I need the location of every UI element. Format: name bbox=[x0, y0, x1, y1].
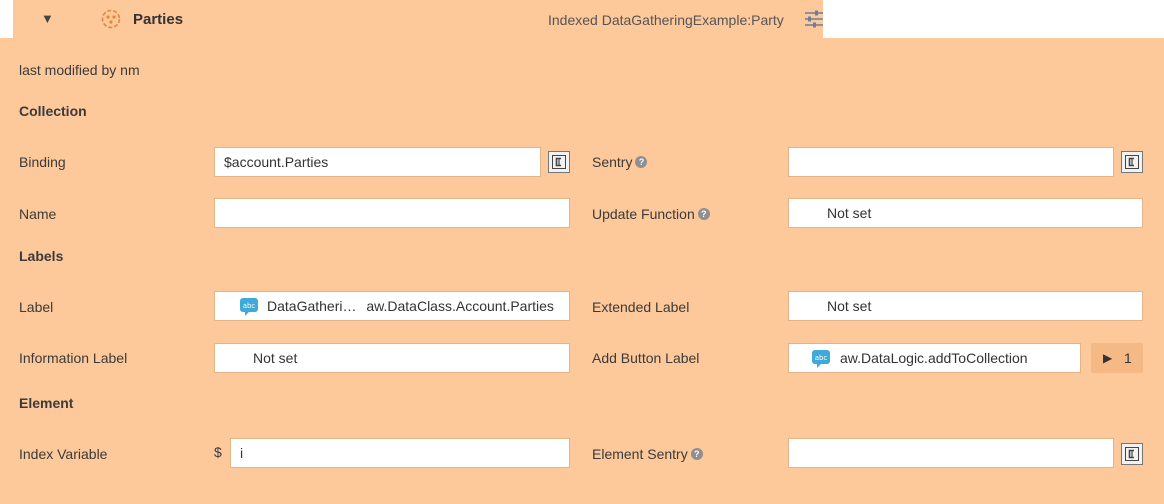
sentry-label-wrap: Sentry? bbox=[592, 154, 648, 170]
label-input[interactable]: abc DataGatheri… aw.DataClass.Account.Pa… bbox=[214, 291, 570, 321]
expand-arguments-button[interactable]: ▶ 1 bbox=[1091, 343, 1143, 373]
collection-icon bbox=[101, 9, 121, 29]
section-collection: Collection bbox=[19, 103, 87, 119]
help-icon[interactable]: ? bbox=[635, 156, 648, 169]
help-icon[interactable]: ? bbox=[697, 208, 710, 221]
add-button-label-label: Add Button Label bbox=[592, 350, 700, 366]
add-button-label-value: aw.DataLogic.addToCollection bbox=[840, 350, 1028, 366]
name-input[interactable] bbox=[214, 198, 570, 228]
argument-count: 1 bbox=[1124, 350, 1132, 366]
properties-panel: last modified by nm Collection Binding $… bbox=[0, 38, 1164, 504]
context-button-icon[interactable] bbox=[1121, 151, 1143, 173]
play-icon: ▶ bbox=[1103, 351, 1113, 365]
name-label: Name bbox=[19, 206, 57, 222]
update-function-label: Update Function bbox=[592, 206, 695, 222]
add-button-label-input[interactable]: abc aw.DataLogic.addToCollection bbox=[788, 343, 1081, 373]
collection-type: Indexed DataGatheringExample:Party bbox=[548, 12, 784, 28]
binding-input[interactable]: $account.Parties bbox=[214, 147, 541, 177]
sentry-label: Sentry bbox=[592, 154, 633, 170]
element-sentry-label-wrap: Element Sentry? bbox=[592, 446, 703, 462]
extended-label-label: Extended Label bbox=[592, 299, 690, 315]
abc-icon: abc bbox=[240, 298, 258, 316]
collapse-toggle[interactable]: ▼ bbox=[41, 11, 54, 26]
information-label-label: Information Label bbox=[19, 350, 128, 366]
abc-icon: abc bbox=[812, 350, 830, 368]
collection-header-tab: ▼ Parties Indexed DataGatheringExample:P… bbox=[13, 0, 823, 38]
index-variable-input[interactable]: i bbox=[230, 438, 570, 468]
sliders-icon[interactable] bbox=[803, 9, 825, 29]
binding-label: Binding bbox=[19, 154, 66, 170]
section-labels: Labels bbox=[19, 248, 64, 264]
svg-text:abc: abc bbox=[243, 302, 256, 310]
label-label: Label bbox=[19, 299, 54, 315]
section-element: Element bbox=[19, 395, 74, 411]
information-label-input[interactable]: Not set bbox=[214, 343, 570, 373]
context-button-icon[interactable] bbox=[548, 151, 570, 173]
element-sentry-input[interactable] bbox=[788, 438, 1114, 468]
label-value-left: DataGatheri… bbox=[267, 298, 357, 314]
update-function-input[interactable]: Not set bbox=[788, 198, 1143, 228]
update-function-label-wrap: Update Function? bbox=[592, 206, 710, 222]
context-button-icon[interactable] bbox=[1121, 443, 1143, 465]
index-variable-label: Index Variable bbox=[19, 446, 108, 462]
collection-title: Parties bbox=[133, 11, 184, 28]
label-value-right: aw.DataClass.Account.Parties bbox=[366, 298, 554, 314]
last-modified: last modified by nm bbox=[19, 62, 140, 78]
index-variable-prefix: $ bbox=[214, 444, 222, 460]
sentry-input[interactable] bbox=[788, 147, 1114, 177]
help-icon[interactable]: ? bbox=[690, 448, 703, 461]
svg-text:abc: abc bbox=[815, 354, 828, 362]
element-sentry-label: Element Sentry bbox=[592, 446, 688, 462]
extended-label-input[interactable]: Not set bbox=[788, 291, 1143, 321]
